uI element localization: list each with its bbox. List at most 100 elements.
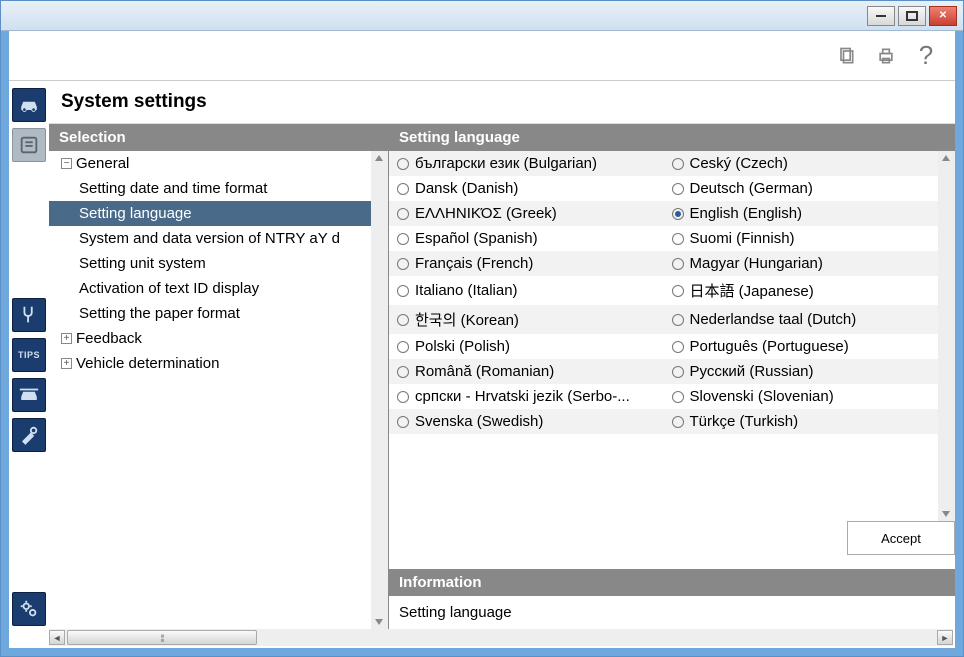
sidebar-tips-button[interactable]: TIPS: [12, 338, 46, 372]
radio-icon: [397, 233, 409, 245]
language-option[interactable]: Polski (Polish): [389, 334, 664, 359]
language-option[interactable]: српски - Hrvatski jezik (Serbo-...: [389, 384, 664, 409]
tree-label: Setting unit system: [79, 255, 206, 272]
language-option[interactable]: Русский (Russian): [664, 359, 939, 384]
horizontal-scrollbar[interactable]: ◄ ►: [49, 629, 953, 646]
language-option[interactable]: Magyar (Hungarian): [664, 251, 939, 276]
language-label: Svenska (Swedish): [415, 413, 543, 430]
sidebar-vehicle2-icon[interactable]: [12, 378, 46, 412]
accept-button[interactable]: Accept: [847, 521, 955, 555]
maximize-button[interactable]: [898, 6, 926, 26]
language-row: Dansk (Danish) Deutsch (German): [389, 176, 938, 201]
language-label: српски - Hrvatski jezik (Serbo-...: [415, 388, 630, 405]
tree-item-textid[interactable]: Activation of text ID display: [49, 276, 371, 301]
radio-icon: [672, 183, 684, 195]
language-option[interactable]: Português (Portuguese): [664, 334, 939, 359]
scroll-left-arrow[interactable]: ◄: [49, 630, 65, 645]
sidebar-vehicle-icon[interactable]: [12, 88, 46, 122]
language-label: Polski (Polish): [415, 338, 510, 355]
language-option[interactable]: Svenska (Swedish): [389, 409, 664, 434]
language-scrollbar[interactable]: [938, 151, 955, 521]
language-row: Svenska (Swedish) Türkçe (Turkish): [389, 409, 938, 434]
scroll-thumb[interactable]: [67, 630, 257, 645]
sidebar-left: TIPS: [9, 81, 49, 629]
language-option[interactable]: Slovenski (Slovenian): [664, 384, 939, 409]
language-option[interactable]: български език (Bulgarian): [389, 151, 664, 176]
radio-icon: [397, 158, 409, 170]
close-button[interactable]: [929, 6, 957, 26]
tree-item-paper[interactable]: Setting the paper format: [49, 301, 371, 326]
tree-scrollbar[interactable]: [371, 151, 388, 629]
split-panes: Selection −General Setting date and time…: [49, 124, 955, 629]
language-option[interactable]: 한국의 (Korean): [389, 305, 664, 334]
radio-icon: [672, 314, 684, 326]
language-label: Türkçe (Turkish): [690, 413, 799, 430]
language-label: Ceský (Czech): [690, 155, 788, 172]
language-option[interactable]: Türkçe (Turkish): [664, 409, 939, 434]
main-area: TIPS System settings Selection: [9, 81, 955, 629]
help-icon[interactable]: ?: [915, 45, 937, 67]
sidebar-diagnostics-icon[interactable]: [12, 298, 46, 332]
radio-icon: [397, 183, 409, 195]
scroll-right-arrow[interactable]: ►: [937, 630, 953, 645]
language-option[interactable]: Français (French): [389, 251, 664, 276]
language-option[interactable]: Italiano (Italian): [389, 276, 664, 305]
language-row: српски - Hrvatski jezik (Serbo-... Sloven…: [389, 384, 938, 409]
print-icon[interactable]: [875, 45, 897, 67]
language-row: български език (Bulgarian) Ceský (Czech): [389, 151, 938, 176]
language-label: Italiano (Italian): [415, 282, 518, 299]
radio-icon: [672, 366, 684, 378]
language-option[interactable]: Dansk (Danish): [389, 176, 664, 201]
radio-icon: [672, 158, 684, 170]
tree-item-language[interactable]: Setting language: [49, 201, 371, 226]
radio-icon: [397, 314, 409, 326]
tree-item-datetime[interactable]: Setting date and time format: [49, 176, 371, 201]
tree-label: Vehicle determination: [76, 355, 219, 372]
language-option[interactable]: Deutsch (German): [664, 176, 939, 201]
language-label: Dansk (Danish): [415, 180, 518, 197]
tree-item-version[interactable]: System and data version of NTRY aY d: [49, 226, 371, 251]
radio-icon: [397, 391, 409, 403]
language-label: Русский (Russian): [690, 363, 814, 380]
selection-header: Selection: [49, 124, 388, 151]
minimize-button[interactable]: [867, 6, 895, 26]
language-row: Italiano (Italian) 日本語 (Japanese): [389, 276, 938, 305]
language-label: Magyar (Hungarian): [690, 255, 823, 272]
tree-label: General: [76, 155, 129, 172]
language-option[interactable]: Suomi (Finnish): [664, 226, 939, 251]
information-header: Information: [389, 569, 955, 596]
language-label: Português (Portuguese): [690, 338, 849, 355]
language-label: English (English): [690, 205, 803, 222]
language-option[interactable]: Ceský (Czech): [664, 151, 939, 176]
radio-icon: [397, 341, 409, 353]
language-label: 日本語 (Japanese): [690, 280, 814, 301]
language-label: 한국의 (Korean): [415, 309, 519, 330]
language-option[interactable]: Español (Spanish): [389, 226, 664, 251]
language-row: Español (Spanish) Suomi (Finnish): [389, 226, 938, 251]
language-option[interactable]: Nederlandse taal (Dutch): [664, 305, 939, 334]
tree-label: Activation of text ID display: [79, 280, 259, 297]
sidebar-tool-icon[interactable]: [12, 418, 46, 452]
language-option[interactable]: Română (Romanian): [389, 359, 664, 384]
tree-label: Setting date and time format: [79, 180, 267, 197]
tree-label: System and data version of NTRY aY d: [79, 230, 340, 247]
window-frame: ? TIPS: [0, 0, 964, 657]
sidebar-list-icon[interactable]: [12, 128, 46, 162]
language-row: Română (Romanian) Русский (Russian): [389, 359, 938, 384]
tree-item-units[interactable]: Setting unit system: [49, 251, 371, 276]
copy-icon[interactable]: [835, 45, 857, 67]
radio-icon: [672, 341, 684, 353]
language-panel: Setting language български език (Bulgari…: [389, 124, 955, 555]
language-option[interactable]: 日本語 (Japanese): [664, 276, 939, 305]
tree-vehicle[interactable]: +Vehicle determination: [49, 351, 371, 376]
language-option[interactable]: ΕΛΛΗΝΙΚΌΣ (Greek): [389, 201, 664, 226]
radio-icon: [397, 258, 409, 270]
sidebar-settings-icon[interactable]: [12, 592, 46, 626]
radio-icon: [397, 366, 409, 378]
tree-feedback[interactable]: +Feedback: [49, 326, 371, 351]
language-option[interactable]: English (English): [664, 201, 939, 226]
tree-general[interactable]: −General: [49, 151, 371, 176]
language-row: 한국의 (Korean) Nederlandse taal (Dutch): [389, 305, 938, 334]
language-label: Suomi (Finnish): [690, 230, 795, 247]
language-label: Deutsch (German): [690, 180, 813, 197]
